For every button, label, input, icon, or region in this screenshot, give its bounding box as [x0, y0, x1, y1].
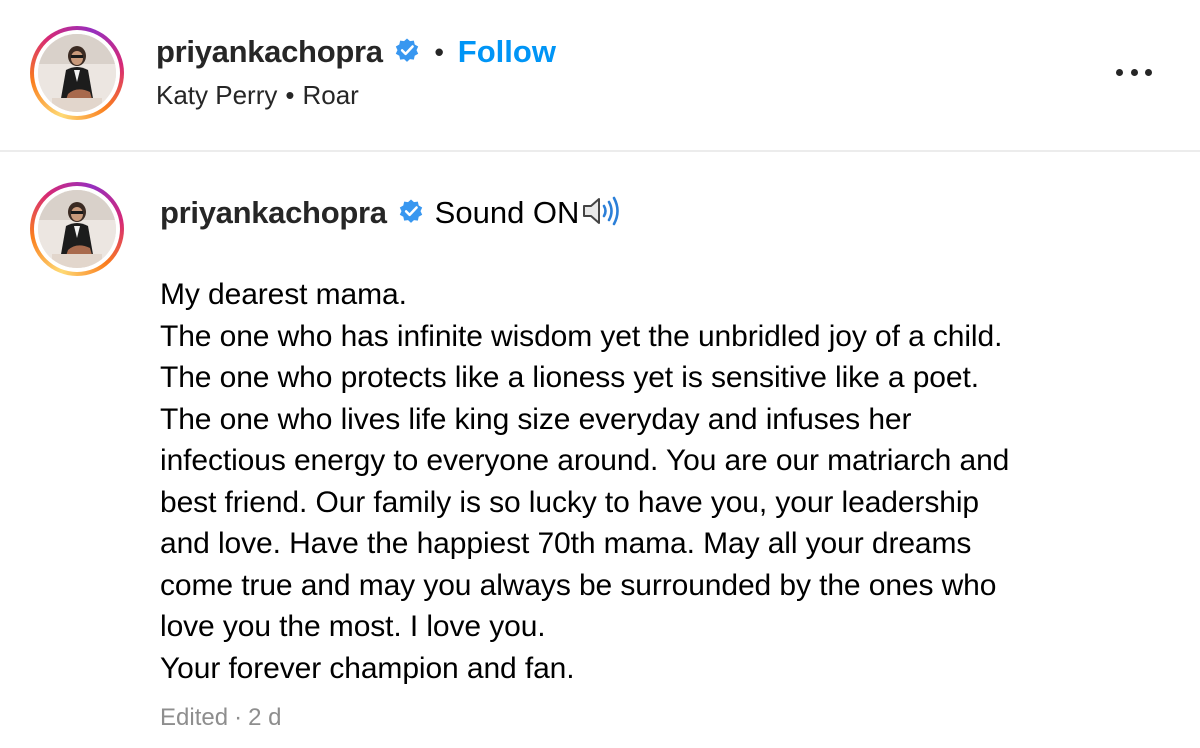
caption-user-row: priyankachopra Sound ON: [160, 192, 623, 234]
verified-badge-icon: [397, 197, 425, 230]
audio-attribution[interactable]: Katy Perry • Roar: [156, 80, 359, 111]
audio-separator: •: [285, 80, 295, 110]
follow-button[interactable]: Follow: [458, 34, 556, 70]
verified-badge-icon: [393, 36, 421, 69]
post-header: priyankachopra • Follow Katy Perry • Roar: [0, 0, 1200, 152]
header-user-row: priyankachopra • Follow: [156, 32, 556, 72]
caption-line: The one who lives life king size everyda…: [160, 402, 912, 436]
edited-label: Edited: [160, 704, 229, 731]
header-avatar[interactable]: [30, 26, 124, 120]
caption-line: My dearest mama.: [160, 278, 407, 311]
profile-photo: [38, 34, 116, 112]
caption-line: best friend. Our family is so lucky to h…: [160, 485, 979, 519]
more-options-button[interactable]: [1112, 56, 1156, 88]
more-horizontal-icon: [1116, 68, 1123, 76]
more-dot: [1145, 68, 1152, 76]
caption-avatar[interactable]: [30, 182, 124, 276]
meta-separator: ·: [234, 704, 243, 731]
audio-artist: Katy Perry: [156, 80, 278, 110]
audio-track: Roar: [302, 80, 359, 110]
caption-line: love you the most. I love you.: [160, 610, 546, 643]
caption-username[interactable]: priyankachopra: [160, 195, 387, 231]
caption-line: The one who protects like a lioness yet …: [160, 361, 979, 394]
caption-line: and love. Have the happiest 70th mama. M…: [160, 527, 972, 560]
more-dot: [1130, 68, 1138, 76]
caption-text: My dearest mama. The one who has infinit…: [160, 274, 1170, 689]
caption-line: The one who has infinite wisdom yet the …: [160, 319, 1003, 353]
caption-line: infectious energy to everyone around. Yo…: [160, 444, 1010, 477]
header-username[interactable]: priyankachopra: [156, 34, 383, 70]
speaker-volume-icon: [581, 195, 623, 232]
caption-line: Your forever champion and fan.: [160, 651, 575, 685]
post-timestamp[interactable]: 2 d: [248, 704, 281, 731]
caption-line: come true and may you always be surround…: [160, 568, 997, 602]
sound-on-text: Sound ON: [434, 195, 580, 230]
header-separator: •: [434, 36, 444, 67]
post-meta: Edited · 2 d: [160, 704, 281, 732]
profile-photo: [38, 190, 116, 268]
